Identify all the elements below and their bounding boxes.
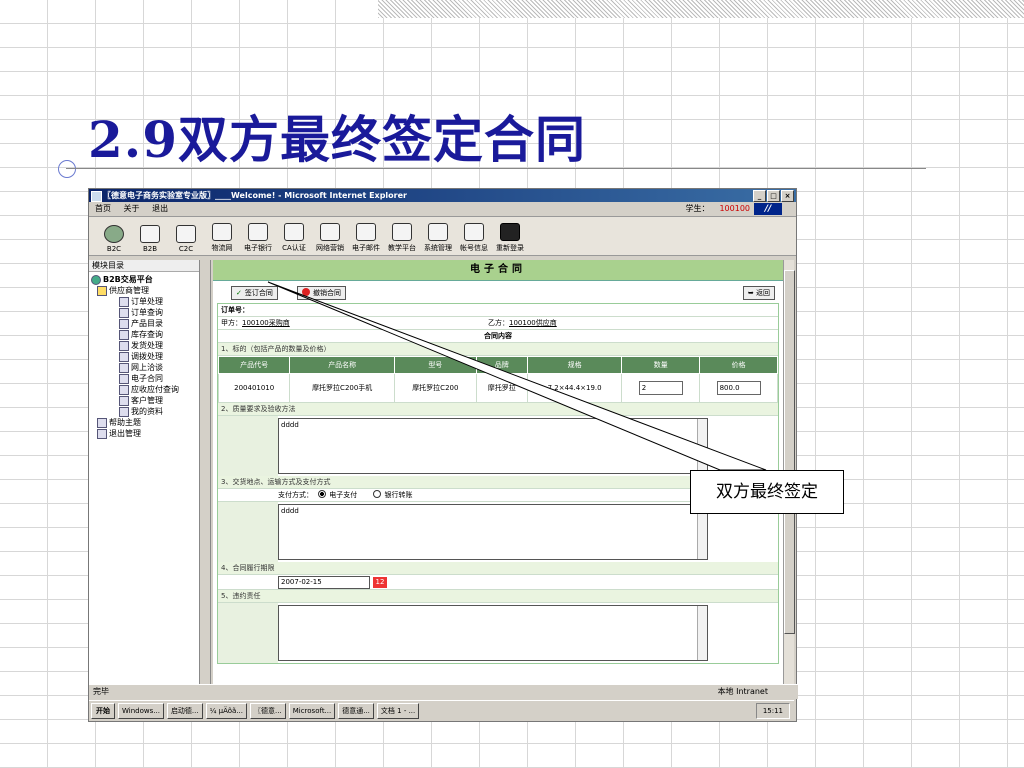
callout-pointer	[267, 281, 767, 471]
callout-label: 双方最终签定	[690, 470, 844, 514]
